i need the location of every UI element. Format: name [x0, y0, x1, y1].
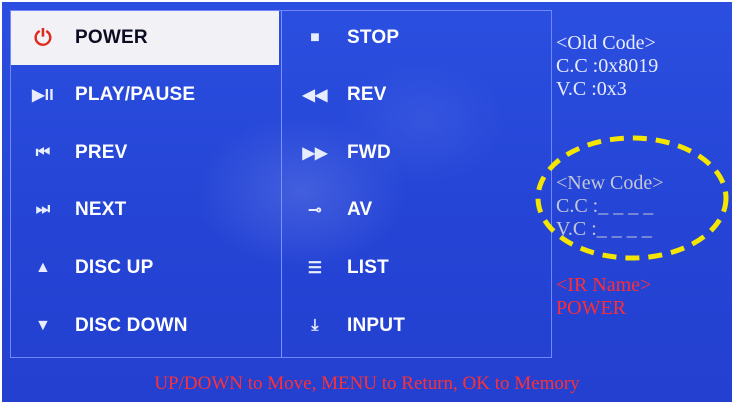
menu-item-label: POWER — [75, 27, 148, 48]
old-code-heading: <Old Code> — [556, 32, 656, 54]
menu-item-label: STOP — [347, 27, 400, 48]
menu-item-play-pause[interactable]: ▶II PLAY/PAUSE — [11, 68, 279, 122]
ir-name-heading: <IR Name> — [556, 274, 652, 296]
menu-item-label: NEXT — [75, 199, 127, 220]
menu-item-disc-down[interactable]: ▼ DISC DOWN — [11, 299, 279, 353]
new-code-block: <New Code> C.C :_ _ _ _ V.C :_ _ _ _ — [556, 172, 664, 241]
menu-item-label: PLAY/PAUSE — [75, 84, 196, 105]
new-code-vc: V.C :_ _ _ _ — [556, 218, 652, 240]
button-menu: ⏻ POWER ▶II PLAY/PAUSE ⏮ PREV ⏭ NEXT ▲ D… — [10, 10, 552, 358]
play-pause-icon: ▶II — [32, 87, 54, 104]
prev-icon: ⏮ — [35, 144, 51, 161]
list-icon: ☰ — [307, 260, 323, 277]
osd-screen: ⏻ POWER ▶II PLAY/PAUSE ⏮ PREV ⏭ NEXT ▲ D… — [2, 2, 732, 402]
menu-item-rev[interactable]: ◀◀ REV — [283, 68, 549, 122]
instruction-bar: UP/DOWN to Move, MENU to Return, OK to M… — [154, 373, 580, 394]
menu-item-label: LIST — [347, 257, 389, 278]
menu-item-prev[interactable]: ⏮ PREV — [11, 126, 279, 180]
input-icon: ⤓ — [311, 317, 319, 334]
menu-item-list[interactable]: ☰ LIST — [283, 241, 549, 295]
menu-item-av[interactable]: ⊸ AV — [283, 183, 549, 237]
menu-item-disc-up[interactable]: ▲ DISC UP — [11, 241, 279, 295]
menu-item-label: DISC DOWN — [75, 315, 188, 336]
menu-item-input[interactable]: ⤓ INPUT — [283, 299, 549, 353]
disc-down-icon: ▼ — [34, 317, 52, 334]
menu-item-label: PREV — [75, 142, 128, 163]
rev-icon: ◀◀ — [302, 87, 328, 104]
old-code-cc: C.C :0x8019 — [556, 55, 659, 77]
menu-item-label: DISC UP — [75, 257, 154, 278]
menu-item-next[interactable]: ⏭ NEXT — [11, 183, 279, 237]
menu-item-power[interactable]: ⏻ POWER — [11, 11, 279, 65]
av-icon: ⊸ — [308, 202, 322, 219]
fwd-icon: ▶▶ — [302, 145, 328, 162]
menu-item-fwd[interactable]: ▶▶ FWD — [283, 126, 549, 180]
menu-item-label: AV — [347, 199, 373, 220]
ir-name-block: <IR Name> POWER — [556, 274, 651, 320]
old-code-vc: V.C :0x3 — [556, 78, 627, 100]
new-code-cc: C.C :_ _ _ _ — [556, 195, 654, 217]
stop-icon: ■ — [310, 29, 320, 46]
menu-item-label: INPUT — [347, 315, 405, 336]
menu-item-stop[interactable]: ■ STOP — [283, 11, 549, 65]
disc-up-icon: ▲ — [34, 259, 52, 276]
next-icon: ⏭ — [35, 201, 51, 218]
power-icon: ⏻ — [34, 25, 52, 50]
menu-item-label: FWD — [347, 142, 391, 163]
ir-name-value: POWER — [556, 297, 626, 319]
code-info-panel: <Old Code> C.C :0x8019 V.C :0x3 <New Cod… — [556, 32, 732, 319]
menu-item-label: REV — [347, 84, 387, 105]
new-code-heading: <New Code> — [556, 172, 664, 194]
column-divider — [281, 11, 282, 357]
